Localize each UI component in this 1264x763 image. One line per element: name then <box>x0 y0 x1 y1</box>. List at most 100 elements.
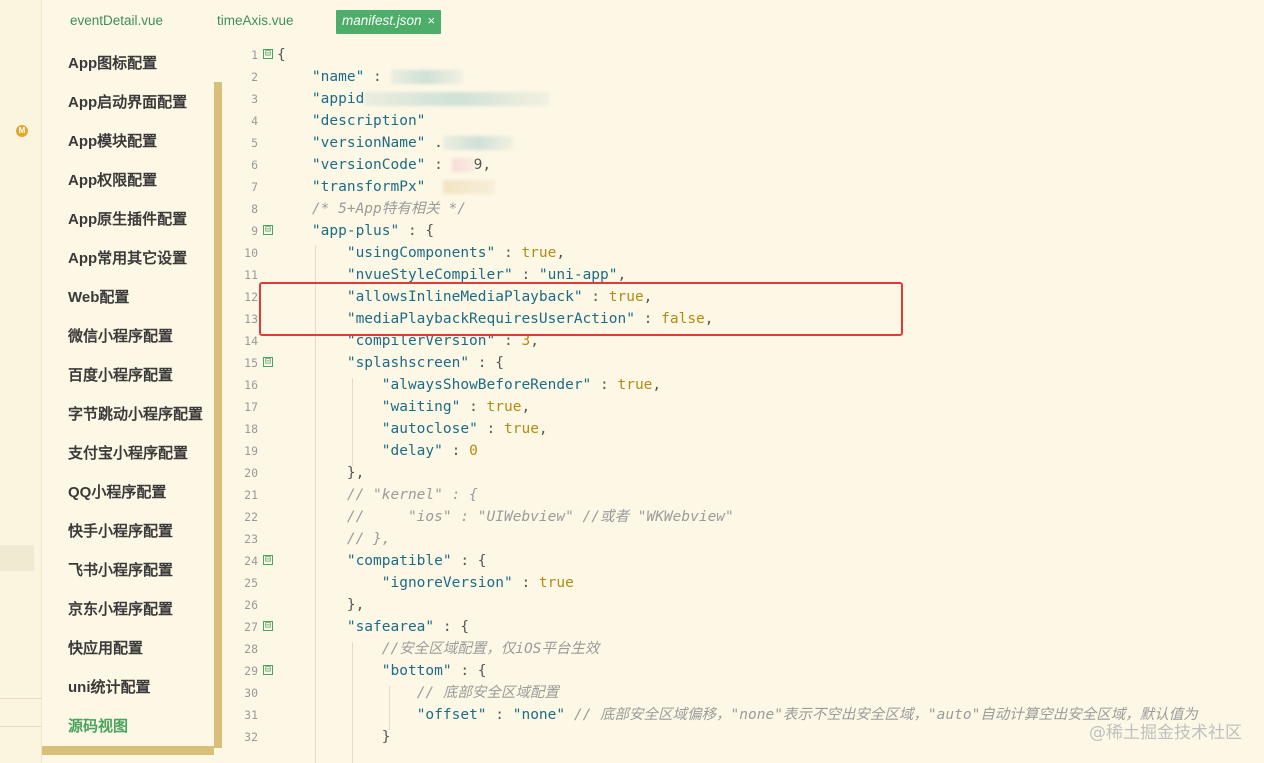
tab-timeaxis[interactable]: timeAxis.vue <box>211 10 300 34</box>
line-number: 15 <box>244 356 258 370</box>
gutter-selection <box>0 545 34 571</box>
line-number: 21 <box>244 488 258 502</box>
sidebar-scrollbar[interactable] <box>214 82 222 748</box>
sidebar-item-kuaishou[interactable]: 快手小程序配置 <box>68 521 173 543</box>
code-line: 8 /* 5+App特有相关 */ <box>222 198 1264 220</box>
gutter-divider <box>0 698 42 699</box>
close-icon[interactable]: × <box>428 13 436 28</box>
redacted-value <box>442 136 513 150</box>
line-number: 3 <box>251 92 258 106</box>
sidebar-item-jd[interactable]: 京东小程序配置 <box>68 599 173 621</box>
code-text: } <box>381 729 391 745</box>
code-text: // "ios" : "UIWebview" //或者 "WKWebview" <box>346 509 734 525</box>
sidebar-active-indicator <box>42 746 214 755</box>
sidebar-item-baidu[interactable]: 百度小程序配置 <box>68 365 173 387</box>
line-number: 27 <box>244 620 258 634</box>
sidebar-item-app-plugins[interactable]: App原生插件配置 <box>68 209 187 231</box>
line-number: 18 <box>244 422 258 436</box>
line-number: 17 <box>244 400 258 414</box>
sidebar-item-qq[interactable]: QQ小程序配置 <box>68 482 166 504</box>
sidebar-item-source-view[interactable]: 源码视图 <box>68 716 128 738</box>
fold-toggle[interactable]: ⊟ <box>263 225 273 235</box>
code-text: "usingComponents" : true, <box>346 245 566 261</box>
code-text: // }, <box>346 531 391 547</box>
code-text: "splashscreen" : { <box>346 355 504 371</box>
tab-eventdetail[interactable]: eventDetail.vue <box>64 10 169 34</box>
line-number: 29 <box>244 664 258 678</box>
redacted-value <box>451 158 474 172</box>
code-text: "compilerVersion" : 3, <box>346 333 539 349</box>
redacted-value <box>364 92 550 106</box>
code-line: 4 "description" <box>222 110 1264 132</box>
line-number: 23 <box>244 532 258 546</box>
tab-label: eventDetail.vue <box>70 13 164 28</box>
line-number: 20 <box>244 466 258 480</box>
code-line: 20 }, <box>222 462 1264 484</box>
line-number: 26 <box>244 598 258 612</box>
code-line: 11 "nvueStyleCompiler" : "uni-app", <box>222 264 1264 286</box>
line-number: 32 <box>244 730 258 744</box>
fold-toggle[interactable]: ⊟ <box>263 357 273 367</box>
code-text: //安全区域配置，仅iOS平台生效 <box>381 641 600 657</box>
code-line: 5 "versionName" . <box>222 132 1264 154</box>
line-number: 6 <box>251 158 258 172</box>
line-number: 28 <box>244 642 258 656</box>
line-number: 19 <box>244 444 258 458</box>
line-number: 12 <box>244 290 258 304</box>
code-text: "compatible" : { <box>346 553 487 569</box>
sidebar-item-app-other[interactable]: App常用其它设置 <box>68 248 187 270</box>
fold-toggle[interactable]: ⊟ <box>263 555 273 565</box>
code-line: 21 // "kernel" : { <box>222 484 1264 506</box>
sidebar-item-app-icon[interactable]: App图标配置 <box>68 53 157 75</box>
code-line: 13 "mediaPlaybackRequiresUserAction" : f… <box>222 308 1264 330</box>
fold-toggle[interactable]: ⊟ <box>263 49 273 59</box>
tab-label: timeAxis.vue <box>217 13 294 28</box>
activity-gutter: M <box>0 0 42 763</box>
sidebar-item-weixin[interactable]: 微信小程序配置 <box>68 326 173 348</box>
code-line: 26 }, <box>222 594 1264 616</box>
code-line: 25 "ignoreVersion" : true <box>222 572 1264 594</box>
redacted-value <box>390 70 463 84</box>
code-line: 28 //安全区域配置，仅iOS平台生效 <box>222 638 1264 660</box>
code-text: }, <box>346 597 365 613</box>
sidebar-item-web[interactable]: Web配置 <box>68 287 129 309</box>
code-text: "autoclose" : true, <box>381 421 548 437</box>
code-line: 6 "versionCode" : 9, <box>222 154 1264 176</box>
sidebar-item-app-splash[interactable]: App启动界面配置 <box>68 92 187 114</box>
code-text: { <box>277 47 286 63</box>
line-number: 22 <box>244 510 258 524</box>
code-text: "mediaPlaybackRequiresUserAction" : fals… <box>346 311 714 327</box>
code-text: "delay" : 0 <box>381 443 478 459</box>
line-number: 16 <box>244 378 258 392</box>
code-line: 30 // 底部安全区域配置 <box>222 682 1264 704</box>
code-text: "alwaysShowBeforeRender" : true, <box>381 377 662 393</box>
code-text: }, <box>346 465 365 481</box>
sidebar-item-alipay[interactable]: 支付宝小程序配置 <box>68 443 188 465</box>
line-number: 31 <box>244 708 258 722</box>
code-line: 24 ⊟ "compatible" : { <box>222 550 1264 572</box>
line-number: 25 <box>244 576 258 590</box>
code-line: 9 ⊟ "app-plus" : { <box>222 220 1264 242</box>
sidebar-item-toutiao[interactable]: 字节跳动小程序配置 <box>68 404 203 426</box>
code-text: "name" : <box>277 66 463 88</box>
modified-badge: M <box>16 125 28 137</box>
code-text: "offset" : "none" // 底部安全区域偏移，"none"表示不空… <box>416 707 1198 723</box>
code-line: 27 ⊟ "safearea" : { <box>222 616 1264 638</box>
code-line: 12 "allowsInlineMediaPlayback" : true, <box>222 286 1264 308</box>
code-text: "app-plus" : { <box>311 223 435 239</box>
gutter-divider <box>0 726 42 727</box>
code-line: 10 "usingComponents" : true, <box>222 242 1264 264</box>
code-line: 2 "name" : <box>222 66 1264 88</box>
fold-toggle[interactable]: ⊟ <box>263 621 273 631</box>
tab-manifest[interactable]: manifest.json × <box>336 10 442 34</box>
line-number: 13 <box>244 312 258 326</box>
sidebar-item-app-permissions[interactable]: App权限配置 <box>68 170 157 192</box>
fold-toggle[interactable]: ⊟ <box>263 665 273 675</box>
sidebar-item-app-modules[interactable]: App模块配置 <box>68 131 157 153</box>
sidebar-item-uni-stat[interactable]: uni统计配置 <box>68 677 151 699</box>
code-line: 18 "autoclose" : true, <box>222 418 1264 440</box>
sidebar-item-quickapp[interactable]: 快应用配置 <box>68 638 143 660</box>
code-editor[interactable]: 1 ⊟{ 2 "name" : 3 "appid 4 "description" … <box>222 40 1264 763</box>
code-line: 23 // }, <box>222 528 1264 550</box>
sidebar-item-feishu[interactable]: 飞书小程序配置 <box>68 560 173 582</box>
